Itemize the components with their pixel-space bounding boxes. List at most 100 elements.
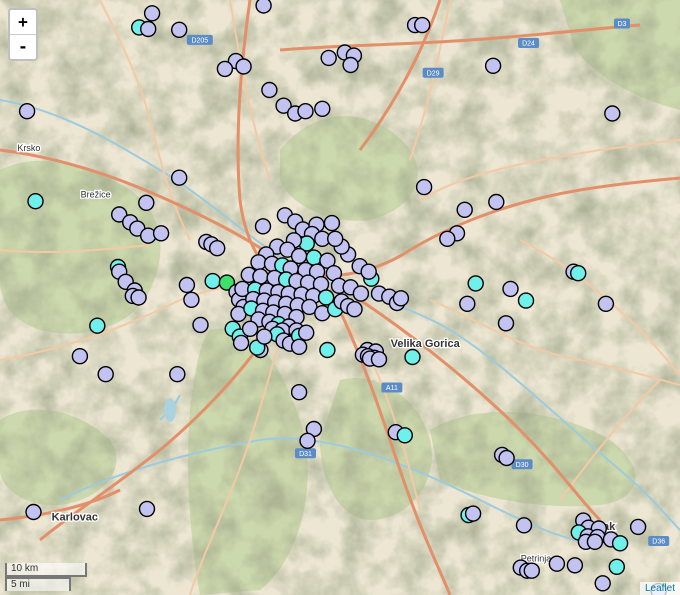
circle-marker[interactable] xyxy=(439,230,456,248)
circle-marker[interactable] xyxy=(517,292,535,309)
circle-marker[interactable] xyxy=(346,301,363,318)
circle-marker[interactable] xyxy=(396,427,413,444)
circle-marker[interactable] xyxy=(608,558,625,575)
circle-marker[interactable] xyxy=(216,60,234,78)
road-label-text: D29 xyxy=(427,70,440,77)
circle-marker[interactable] xyxy=(570,265,587,282)
circle-marker[interactable] xyxy=(18,102,36,120)
circle-marker[interactable] xyxy=(548,555,566,572)
circle-marker[interactable] xyxy=(208,239,226,257)
zoom-control: + - xyxy=(8,8,38,61)
circle-marker[interactable] xyxy=(415,178,433,196)
circle-marker[interactable] xyxy=(523,562,540,579)
circle-marker[interactable] xyxy=(515,517,533,534)
circle-marker[interactable] xyxy=(290,384,308,401)
circle-marker[interactable] xyxy=(594,575,611,592)
circle-marker[interactable] xyxy=(611,535,629,552)
circle-marker[interactable] xyxy=(488,193,505,211)
road-label-d29: D29 xyxy=(422,67,444,78)
circle-marker[interactable] xyxy=(314,100,331,118)
road-label-d30: D30 xyxy=(511,459,533,470)
circle-marker[interactable] xyxy=(71,348,89,365)
circle-marker[interactable] xyxy=(170,21,188,38)
road-label-a11: A11 xyxy=(381,382,403,393)
circle-marker[interactable] xyxy=(256,328,273,345)
circle-marker[interactable] xyxy=(130,289,147,306)
circle-marker[interactable] xyxy=(459,295,476,312)
circle-marker[interactable] xyxy=(183,291,200,308)
circle-marker[interactable] xyxy=(484,57,502,75)
circle-marker[interactable] xyxy=(250,254,267,271)
road-label-text: D31 xyxy=(299,451,312,458)
road-label-text: D30 xyxy=(516,462,529,469)
circle-marker[interactable] xyxy=(297,102,314,120)
road-label-d31: D31 xyxy=(295,448,317,459)
circle-marker[interactable] xyxy=(232,334,250,352)
circle-marker[interactable] xyxy=(169,366,186,383)
circle-marker[interactable] xyxy=(586,533,604,550)
road-label-text: D3 xyxy=(618,21,627,28)
circle-marker[interactable] xyxy=(138,194,155,212)
circle-marker[interactable] xyxy=(255,0,272,14)
circle-marker[interactable] xyxy=(204,272,221,290)
circle-marker[interactable] xyxy=(392,290,410,307)
road-label-text: A11 xyxy=(386,385,398,392)
scale-metric: 10 km xyxy=(5,563,87,577)
circle-marker[interactable] xyxy=(498,449,515,467)
road-label-d24: D24 xyxy=(518,38,540,49)
circle-marker[interactable] xyxy=(25,503,42,521)
circle-marker[interactable] xyxy=(456,201,473,219)
road-label-d36: D36 xyxy=(648,535,670,546)
circle-marker[interactable] xyxy=(97,366,114,383)
circle-marker[interactable] xyxy=(404,348,421,366)
circle-marker[interactable] xyxy=(414,16,431,34)
circle-marker[interactable] xyxy=(597,295,615,312)
road-label-text: D36 xyxy=(652,538,665,545)
place-label-brežice: Brežice xyxy=(81,189,111,199)
zoom-in-button[interactable]: + xyxy=(10,10,36,34)
circle-marker[interactable] xyxy=(464,505,482,522)
circle-marker[interactable] xyxy=(327,230,344,248)
circle-marker[interactable] xyxy=(370,351,388,368)
zoom-out-button[interactable]: - xyxy=(10,34,36,59)
circle-marker[interactable] xyxy=(604,105,621,122)
circle-marker[interactable] xyxy=(299,432,316,449)
circle-marker[interactable] xyxy=(139,20,157,38)
circle-marker[interactable] xyxy=(261,81,278,99)
circle-marker[interactable] xyxy=(566,557,584,574)
road-label-text: D205 xyxy=(191,37,208,44)
circle-marker[interactable] xyxy=(320,49,337,67)
circle-marker[interactable] xyxy=(178,276,196,294)
scale-imperial: 5 mi xyxy=(5,577,71,591)
circle-marker[interactable] xyxy=(352,285,370,302)
circle-marker[interactable] xyxy=(241,320,259,337)
attribution-link[interactable]: Leaflet xyxy=(639,582,680,595)
circle-marker[interactable] xyxy=(138,500,156,518)
circle-marker[interactable] xyxy=(502,280,519,298)
circle-marker[interactable] xyxy=(467,275,484,292)
circle-marker[interactable] xyxy=(143,5,161,22)
circle-marker[interactable] xyxy=(629,518,647,536)
circle-marker[interactable] xyxy=(298,324,315,341)
circle-marker[interactable] xyxy=(323,214,341,232)
circle-marker[interactable] xyxy=(27,192,44,210)
circle-marker[interactable] xyxy=(319,341,336,359)
place-label-krsko: Krsko xyxy=(17,143,40,153)
map-container[interactable]: D205D24D3D29D28A11D30D31D36 KrskoBrežice… xyxy=(0,0,680,595)
circle-marker[interactable] xyxy=(360,263,377,280)
circle-marker[interactable] xyxy=(254,218,272,235)
circle-marker[interactable] xyxy=(170,169,188,186)
circle-marker[interactable] xyxy=(497,315,515,332)
circle-marker[interactable] xyxy=(342,56,359,74)
road-label-d3: D3 xyxy=(613,18,630,29)
lake xyxy=(164,398,176,422)
circle-marker[interactable] xyxy=(89,317,106,334)
place-label-karlovac: Karlovac xyxy=(52,512,98,524)
road-label-d205: D205 xyxy=(186,34,213,45)
place-label-velika-gorica: Velika Gorica xyxy=(391,338,461,350)
road-label-text: D24 xyxy=(522,41,535,48)
circle-marker[interactable] xyxy=(152,225,170,242)
circle-marker[interactable] xyxy=(290,338,308,355)
circle-marker[interactable] xyxy=(192,316,209,334)
circle-marker[interactable] xyxy=(235,58,252,75)
